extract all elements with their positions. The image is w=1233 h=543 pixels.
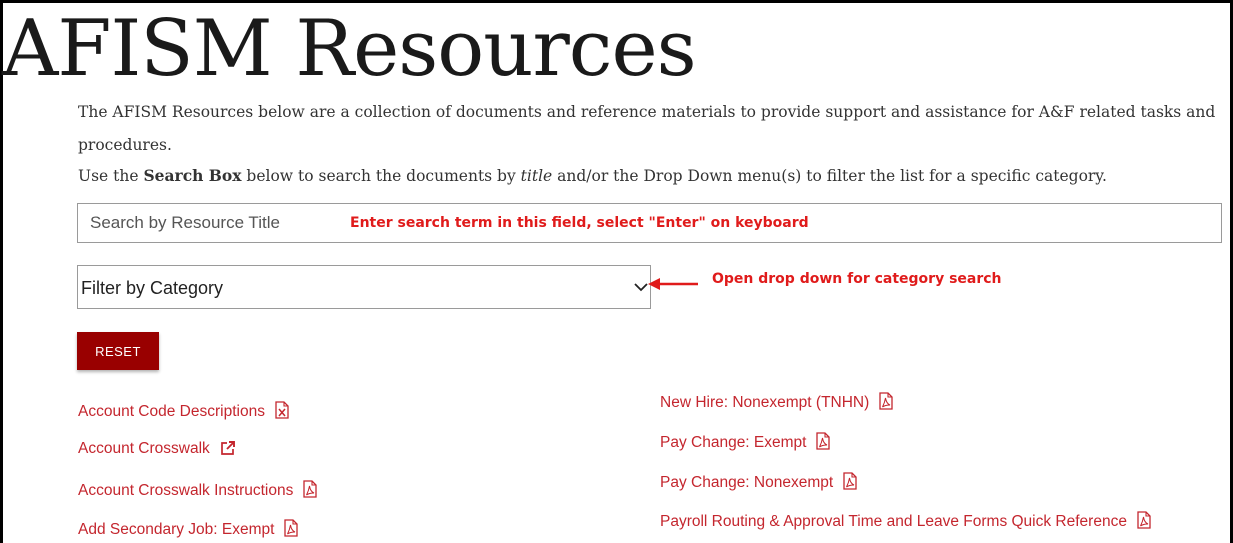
pdf-file-icon[interactable] <box>303 480 318 498</box>
filter-hint-annotation: Open drop down for category search <box>712 271 1002 287</box>
intro-text-segment: and/or the Drop Down menu(s) to filter t… <box>552 167 1107 185</box>
list-item: Add Secondary Job: Exempt <box>78 519 299 539</box>
pdf-file-icon[interactable] <box>843 472 857 490</box>
intro-paragraph-1: The AFISM Resources below are a collecti… <box>78 103 1216 154</box>
external-link-icon[interactable] <box>220 440 236 456</box>
pdf-file-icon[interactable] <box>879 392 893 410</box>
pdf-file-icon[interactable] <box>1137 511 1151 529</box>
reset-button[interactable]: RESET <box>77 332 159 370</box>
pdf-file-icon[interactable] <box>816 432 831 450</box>
excel-file-icon[interactable] <box>275 401 289 419</box>
list-item: Account Crosswalk <box>78 440 236 458</box>
search-box-emphasis: Search Box <box>143 166 242 185</box>
resource-link[interactable]: New Hire: Nonexempt (TNHN) <box>660 394 869 411</box>
intro-paragraph-2: Use the Search Box below to search the d… <box>78 159 1228 193</box>
list-item: Payroll Routing & Approval Time and Leav… <box>660 511 1151 531</box>
resource-link[interactable]: Account Code Descriptions <box>78 403 265 420</box>
resource-link[interactable]: Add Secondary Job: Exempt <box>78 521 274 538</box>
resource-link[interactable]: Account Crosswalk Instructions <box>78 482 293 499</box>
intro-text: The AFISM Resources below are a collecti… <box>78 96 1228 193</box>
list-item: Account Code Descriptions <box>78 401 289 421</box>
list-item: Pay Change: Exempt <box>660 432 831 452</box>
category-filter-dropdown[interactable]: Filter by Category <box>77 265 651 309</box>
list-item: Pay Change: Nonexempt <box>660 472 857 492</box>
resource-link[interactable]: Pay Change: Nonexempt <box>660 474 833 491</box>
pdf-file-icon[interactable] <box>284 519 299 537</box>
title-emphasis: title <box>520 167 553 185</box>
list-item: Account Crosswalk Instructions <box>78 480 318 500</box>
list-item: New Hire: Nonexempt (TNHN) <box>660 392 893 412</box>
intro-text-segment: below to search the documents by <box>241 167 521 185</box>
arrow-left-annotation-icon <box>648 278 698 290</box>
category-filter-selected: Filter by Category <box>81 278 224 298</box>
search-input[interactable] <box>78 204 350 242</box>
resource-link[interactable]: Account Crosswalk <box>78 440 210 457</box>
resource-link[interactable]: Pay Change: Exempt <box>660 434 806 451</box>
search-hint-annotation: Enter search term in this field, select … <box>350 215 809 231</box>
intro-text-segment: Use the <box>78 167 144 185</box>
chevron-down-icon <box>634 283 648 292</box>
resource-link[interactable]: Payroll Routing & Approval Time and Leav… <box>660 513 1127 530</box>
page-title: AFISM Resources <box>2 4 697 94</box>
